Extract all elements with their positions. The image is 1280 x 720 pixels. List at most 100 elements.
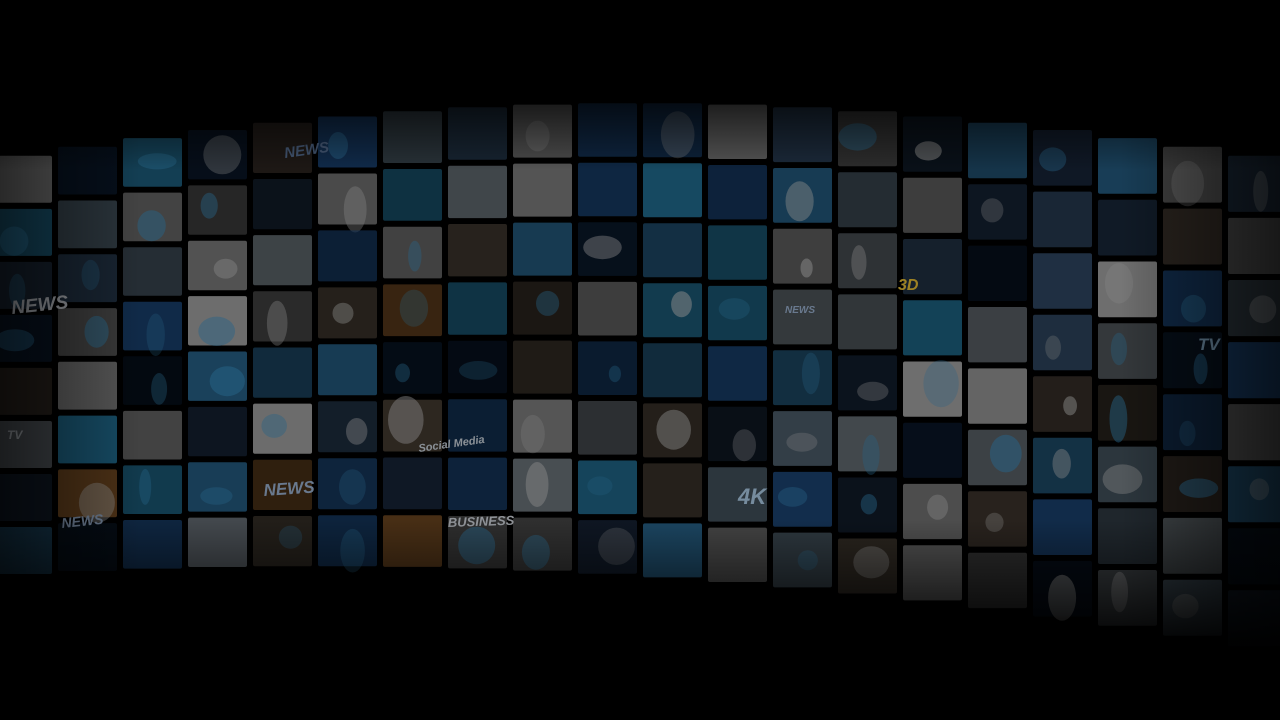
tile-image-shape (200, 487, 233, 505)
tile-image-shape (656, 409, 691, 450)
tile-image-shape (1179, 420, 1196, 447)
mosaic-tile (188, 517, 247, 567)
mosaic-tile (318, 230, 377, 282)
tile-image-shape (1249, 478, 1270, 501)
mosaic-tile (578, 103, 637, 157)
mosaic-tile (0, 155, 52, 203)
tile-image-shape (1104, 263, 1134, 304)
mosaic-tile (903, 177, 962, 233)
tv-label-1: TV (7, 428, 23, 442)
tile-image-shape (1102, 464, 1143, 495)
mosaic-tile (253, 179, 312, 230)
mosaic-tile (383, 515, 442, 567)
mosaic-tile (448, 457, 507, 510)
mosaic-tile (578, 281, 637, 336)
mosaic-tile (58, 200, 117, 249)
tile-image-shape (408, 240, 422, 272)
mosaic-tile (513, 222, 572, 276)
tile-image-shape (137, 153, 177, 170)
mosaic-tile (773, 289, 832, 345)
tile-image-shape (1172, 593, 1199, 619)
mosaic-tile (0, 367, 52, 415)
tile-image-shape (857, 381, 889, 401)
tile-image-shape (671, 291, 692, 318)
tile-image-shape (838, 123, 877, 151)
tile-image-shape (1048, 574, 1077, 621)
mosaic-tile (643, 163, 702, 218)
tile-image-shape (1253, 170, 1269, 212)
mosaic-tile (968, 245, 1027, 301)
mosaic-tile (708, 346, 767, 401)
tile-image-shape (213, 258, 238, 279)
tile-image-shape (459, 361, 498, 380)
tile-image-shape (209, 366, 245, 397)
mosaic-tile (123, 247, 182, 296)
tile-image-shape (1193, 353, 1208, 385)
tile-image-shape (261, 413, 288, 438)
tile-image-shape (520, 414, 545, 454)
tile-image-shape (660, 111, 695, 159)
tile-image-shape (399, 289, 429, 327)
tile-image-shape (198, 316, 236, 346)
mosaic-tile (838, 233, 897, 289)
mosaic-tile (1228, 590, 1280, 647)
news-label-5: NEWS (785, 305, 815, 316)
mosaic-tile (383, 457, 442, 510)
mosaic-tile (968, 307, 1027, 363)
mosaic-tile (968, 122, 1027, 179)
tile-image-shape (786, 432, 818, 452)
mosaic-tile (1033, 253, 1092, 309)
tile-image-shape (732, 429, 756, 462)
mosaic-tile (1098, 508, 1157, 564)
mosaic-tile (0, 474, 52, 521)
tile-image-shape (200, 192, 218, 219)
mosaic-tile (578, 162, 637, 217)
tile-image-shape (340, 528, 365, 573)
tile-image-shape (1181, 294, 1206, 323)
tile-image-shape (1039, 147, 1067, 172)
mosaic-tile (383, 111, 442, 163)
mosaic-tile (1033, 314, 1092, 371)
tile-image-shape (346, 418, 368, 445)
mosaic-tile (838, 172, 897, 228)
tile-image-shape (862, 434, 880, 475)
tile-image-shape (801, 352, 820, 395)
tile-image-shape (203, 135, 242, 175)
tile-image-shape (985, 512, 1004, 533)
mosaic-tile (383, 169, 442, 221)
mosaic-tile (188, 185, 247, 235)
mosaic-tile (0, 527, 52, 574)
mosaic-tile (253, 235, 312, 286)
mosaic-tile (1228, 404, 1280, 461)
mosaic-tile (448, 107, 507, 160)
tile-image-shape (923, 360, 959, 408)
mosaic-tile (383, 342, 442, 394)
mosaic-tile (903, 422, 962, 478)
tile-image-shape (458, 526, 496, 565)
screen-mosaic-wall: NEWS NEWS NEWS NEWS NEWS TV TV Social Me… (0, 103, 1280, 647)
mosaic-tile (123, 410, 182, 460)
tile-image-shape (981, 198, 1004, 223)
tile-image-shape (84, 315, 109, 348)
mosaic-tile (58, 361, 117, 410)
mosaic-tile (1033, 191, 1092, 248)
tile-image-shape (525, 120, 550, 152)
tile-image-shape (536, 290, 560, 316)
mosaic-tile (903, 545, 962, 601)
mosaic-tile (1228, 217, 1280, 274)
tile-image-shape (608, 365, 622, 383)
mosaic-tile (708, 165, 767, 220)
mosaic-tile (643, 463, 702, 518)
tile-image-shape (797, 550, 818, 571)
tile-image-shape (587, 476, 613, 496)
3d-label: 3D (898, 277, 919, 294)
tile-image-shape (339, 469, 366, 505)
tile-image-shape (343, 186, 367, 233)
tile-image-shape (521, 534, 550, 570)
mosaic-tile (968, 552, 1027, 609)
tile-image-shape (0, 226, 29, 256)
tile-image-shape (146, 313, 165, 357)
mosaic-tiles (0, 103, 1280, 647)
tile-image-shape (718, 298, 750, 320)
tile-image-shape (1045, 335, 1061, 360)
